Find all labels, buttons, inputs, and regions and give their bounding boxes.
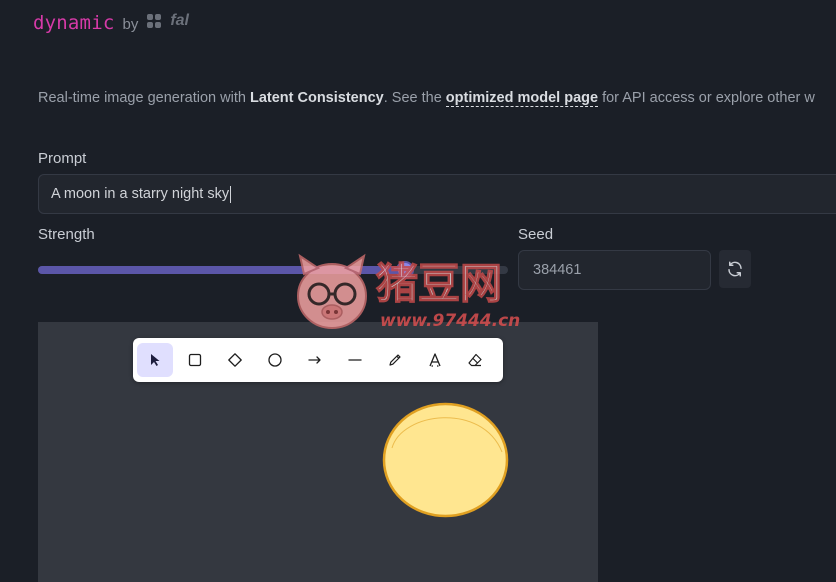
moon-shape[interactable] xyxy=(382,402,509,518)
eraser-tool[interactable] xyxy=(457,343,493,377)
prompt-input[interactable]: A moon in a starry night sky xyxy=(38,174,836,214)
pencil-tool[interactable] xyxy=(377,343,413,377)
fal-logo-text: fal xyxy=(170,12,189,29)
ellipse-icon xyxy=(268,353,282,367)
seed-label: Seed xyxy=(518,226,554,243)
arrow-icon xyxy=(308,356,321,364)
drawing-toolbar xyxy=(133,338,503,382)
brand[interactable]: dynamic by fal xyxy=(33,12,189,34)
strength-slider-thumb[interactable] xyxy=(396,261,414,279)
text-tool[interactable] xyxy=(417,343,453,377)
strength-slider[interactable] xyxy=(38,261,508,279)
arrow-tool[interactable] xyxy=(297,343,333,377)
randomize-seed-button[interactable] xyxy=(719,250,751,288)
strength-label: Strength xyxy=(38,226,95,243)
page-description: Real-time image generation with Latent C… xyxy=(38,90,815,107)
top-bar: dynamic by fal xyxy=(0,0,836,50)
desc-bold: Latent Consistency xyxy=(249,90,384,106)
ellipse-tool[interactable] xyxy=(257,343,293,377)
fal-logo-icon xyxy=(147,14,162,28)
rectangle-tool[interactable] xyxy=(177,343,213,377)
text-caret xyxy=(230,185,232,203)
prompt-label: Prompt xyxy=(38,150,87,167)
fal-logo[interactable]: fal xyxy=(146,12,189,30)
watermark: 猪豆网 www.97444.cn xyxy=(297,253,520,331)
refresh-icon xyxy=(728,261,742,277)
text-icon xyxy=(429,353,441,367)
brand-name: dynamic xyxy=(33,12,115,34)
diamond-icon xyxy=(228,353,242,367)
desc-text-2: . See the xyxy=(383,90,446,106)
desc-text-1: Real-time image generation with xyxy=(38,90,250,106)
selection-tool[interactable] xyxy=(137,343,173,377)
line-icon xyxy=(348,359,362,361)
desc-text-3: for API access or explore other w xyxy=(598,90,815,106)
eraser-icon xyxy=(468,353,482,367)
prompt-value: A moon in a starry night sky xyxy=(51,186,230,202)
pencil-icon xyxy=(389,354,401,366)
line-tool[interactable] xyxy=(337,343,373,377)
optimized-model-link[interactable]: optimized model page xyxy=(445,90,599,107)
diamond-tool[interactable] xyxy=(217,343,253,377)
strength-slider-fill xyxy=(38,266,405,274)
seed-value: 384461 xyxy=(533,262,582,278)
brand-by: by xyxy=(122,16,139,33)
seed-input[interactable]: 384461 xyxy=(518,250,711,290)
rectangle-icon xyxy=(188,353,202,367)
selection-icon xyxy=(151,354,160,366)
